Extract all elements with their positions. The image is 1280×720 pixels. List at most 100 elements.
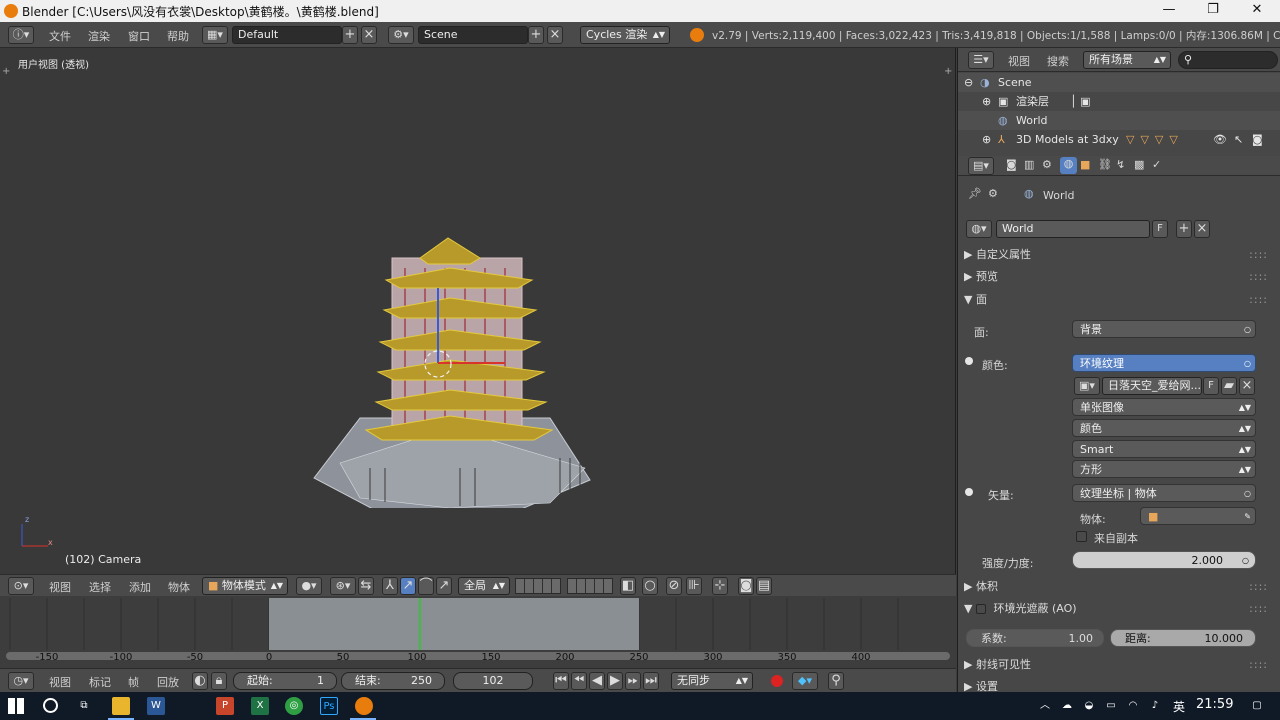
close-button[interactable]: ✕ [1234, 0, 1280, 22]
world-unlink-button[interactable]: × [1194, 220, 1210, 238]
collapse-icon[interactable]: ⊖ [964, 73, 973, 92]
menu-file[interactable]: 文件 [49, 28, 71, 44]
remove-scene-button[interactable]: × [547, 26, 563, 44]
search-circle-icon[interactable] [43, 698, 58, 713]
panel-preview[interactable]: ▶ 预览 :::: [964, 267, 1274, 287]
screen-layout-field[interactable]: Default [232, 26, 342, 44]
lock-icon[interactable]: 🔒︎ [211, 672, 227, 690]
region-expand-icon[interactable]: + [2, 66, 10, 77]
editor-type-properties-icon[interactable]: ▤▾ [968, 157, 994, 175]
menu-help[interactable]: 帮助 [167, 28, 189, 44]
panel-surface[interactable]: ▼ 面 :::: [964, 290, 1274, 310]
3d-viewport[interactable]: 用户视图 (透视) + + z x (102) Camera [0, 48, 956, 574]
keyframe-type-icon[interactable]: ⚲ [828, 672, 844, 690]
preview-range-icon[interactable]: ◐ [192, 672, 208, 690]
menu-add[interactable]: 添加 [129, 579, 151, 595]
render-layer-lock-icon[interactable]: ◧ [620, 577, 636, 595]
image-open-folder-icon[interactable]: ▰ [1221, 377, 1237, 395]
drag-handle-icon[interactable]: :::: [1249, 290, 1268, 310]
cursor-select-icon[interactable]: ↖ [1234, 130, 1243, 149]
from-dupli-checkbox[interactable] [1076, 531, 1087, 542]
pin-icon[interactable]: 📌︎ [968, 187, 982, 200]
excel-icon[interactable]: X [251, 697, 269, 715]
browser-icon[interactable]: ◎ [285, 697, 303, 715]
snap-element-icon[interactable]: ⊪ [686, 577, 702, 595]
menu-tl-view[interactable]: 视图 [49, 674, 71, 690]
projection-select[interactable]: 方形 ▲▼ [1072, 460, 1256, 478]
scene-field[interactable]: Scene [418, 26, 528, 44]
outliner[interactable]: ☰▾ 视图 搜索 所有场景 ▲▼ ⚲ ⊖ ◑ Scene ⊕ ▣ 渲染层 │ ▣… [957, 48, 1280, 156]
panel-settings[interactable]: ▶ 设置 [964, 677, 1274, 692]
editor-type-timeline-icon[interactable]: ◷▾ [8, 672, 34, 690]
wifi-icon[interactable]: ◠ [1124, 697, 1142, 715]
tray-chevron-up-icon[interactable]: ︿ [1036, 697, 1054, 715]
camera-render-icon[interactable]: ◙ [1252, 130, 1263, 149]
outliner-search-field[interactable]: ⚲ [1178, 51, 1278, 69]
snap-toggle-icon[interactable]: ⊘ [666, 577, 682, 595]
onedrive-cloud-icon[interactable]: ☁ [1058, 697, 1076, 715]
properties-editor[interactable]: ▤▾ ◙ ▥ ⚙ ◍ ■ ⛓︎ ↯ ▩ ✓ 📌︎ ⚙ ◍ World ◍▾ Wo… [957, 156, 1280, 692]
timeline-editor[interactable]: -150 -100 -50 0 50 100 150 200 250 300 350 400 [0, 596, 956, 668]
menu-object[interactable]: 物体 [168, 579, 190, 595]
outliner-row-scene[interactable]: ⊖ ◑ Scene [958, 73, 1280, 92]
remove-screen-button[interactable]: × [361, 26, 377, 44]
menu-view[interactable]: 视图 [49, 579, 71, 595]
sync-mode-select[interactable]: 无同步 ▲▼ [671, 672, 753, 690]
panel-ray-visibility[interactable]: ▶ 射线可见性 :::: [964, 655, 1274, 675]
layer-buttons-2[interactable] [567, 578, 613, 594]
menu-ol-view[interactable]: 视图 [1008, 53, 1030, 69]
network-icon[interactable]: ▭ [1102, 697, 1120, 715]
tab-physics-icon[interactable]: ↯ [1116, 158, 1125, 171]
opengl-render-anim-icon[interactable]: ▤ [756, 577, 772, 595]
word-icon[interactable]: W [147, 697, 165, 715]
current-frame-field[interactable]: 102 [453, 672, 533, 690]
socket-dot-icon[interactable] [965, 357, 973, 365]
manipulator-orientation-icon[interactable]: ↗ [436, 577, 452, 595]
file-explorer-icon[interactable] [112, 697, 130, 715]
drag-handle-icon[interactable]: :::: [1249, 655, 1268, 675]
mode-select[interactable]: ■ 物体模式 ▲▼ [202, 577, 288, 595]
tab-scene-icon[interactable]: ⚙ [1042, 158, 1052, 171]
outliner-row-world[interactable]: ◍ World [958, 111, 1280, 130]
panel-ambient-occlusion[interactable]: ▼ 环境光遮蔽 (AO) :::: [964, 599, 1274, 619]
eye-icon[interactable]: 👁︎ [1213, 130, 1227, 149]
world-name-field[interactable]: World [996, 220, 1150, 238]
region-expand-icon[interactable]: + [944, 66, 952, 77]
add-screen-button[interactable]: + [342, 26, 358, 44]
jump-keyframe-back-icon[interactable]: ⏪︎ [571, 672, 587, 690]
panel-volume[interactable]: ▶ 体积 :::: [964, 577, 1274, 597]
volume-icon[interactable]: ♪ [1146, 697, 1164, 715]
menu-tl-marker[interactable]: 标记 [89, 674, 111, 690]
proportional-edit-icon[interactable]: ○ [642, 577, 658, 595]
menu-select[interactable]: 选择 [89, 579, 111, 595]
drag-handle-icon[interactable]: :::: [1249, 267, 1268, 287]
display-mode-select[interactable]: 所有场景 ▲▼ [1083, 51, 1171, 69]
editor-type-3d-icon[interactable]: ⊙▾ [8, 577, 34, 595]
menu-tl-playback[interactable]: 回放 [157, 674, 179, 690]
record-icon[interactable] [771, 675, 783, 687]
ao-enable-checkbox[interactable] [975, 604, 986, 614]
end-frame-field[interactable]: 结束: 250 [341, 672, 445, 690]
rotate-manipulator-icon[interactable]: ↗ [400, 577, 416, 595]
tab-render-layers-icon[interactable]: ▥ [1024, 158, 1034, 171]
play-icon[interactable]: ▶ [607, 672, 623, 690]
start-frame-field[interactable]: 起始: 1 [233, 672, 337, 690]
expand-icon[interactable]: ⊕ [982, 130, 991, 149]
vector-input-field[interactable]: 纹理坐标 | 物体 ○ [1072, 484, 1256, 502]
scene-icon[interactable]: ⚙▾ [388, 26, 414, 44]
menu-render[interactable]: 渲染 [88, 28, 110, 44]
object-field[interactable]: ■ ✎ [1140, 507, 1256, 525]
powerpoint-icon[interactable]: P [216, 697, 234, 715]
outliner-row-render-layers[interactable]: ⊕ ▣ 渲染层 │ ▣ [958, 92, 1280, 111]
scale-manipulator-icon[interactable]: ⌒ [418, 577, 434, 595]
drag-handle-icon[interactable]: :::: [1249, 599, 1268, 619]
tab-constraints-icon[interactable]: ⛓︎ [1098, 158, 1112, 171]
tab-object-icon[interactable]: ■ [1080, 158, 1090, 171]
layer-buttons[interactable] [515, 578, 561, 594]
photoshop-icon[interactable]: Ps [320, 697, 338, 715]
editor-type-info-icon[interactable]: ⓘ▾ [8, 26, 34, 44]
image-source-select[interactable]: 单张图像 ▲▼ [1072, 398, 1256, 416]
task-view-icon[interactable]: ⧉ [75, 697, 93, 715]
jump-start-icon[interactable]: ⏮︎ [553, 672, 569, 690]
expand-icon[interactable]: ⊕ [982, 92, 991, 111]
